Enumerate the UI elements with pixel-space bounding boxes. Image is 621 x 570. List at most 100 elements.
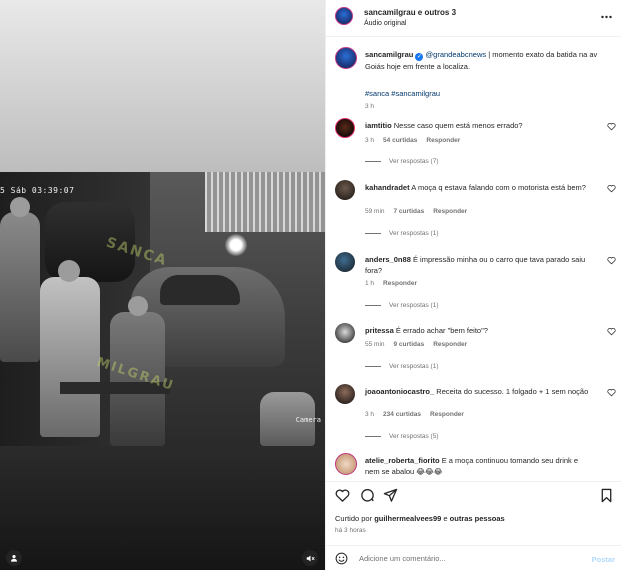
save-bookmark-icon[interactable]	[599, 488, 614, 503]
comment-likes[interactable]: 234 curtidas	[383, 411, 421, 418]
audio-label[interactable]: Áudio original	[364, 20, 406, 27]
cctv-camera-label: Camera	[295, 416, 321, 424]
user-tag-icon	[10, 554, 18, 562]
comment-body: É errado achar "bem feito"?	[395, 326, 488, 335]
more-horizontal-icon	[601, 15, 612, 19]
view-replies-button[interactable]: Ver respostas (1)	[365, 230, 439, 237]
post-comment-button[interactable]: Postar	[592, 555, 615, 564]
replies-divider	[365, 161, 381, 162]
cctv-timestamp: 5 Sáb 03:39:07	[0, 186, 75, 195]
commenter-avatar[interactable]	[335, 180, 355, 200]
replies-divider	[365, 305, 381, 306]
like-heart-icon[interactable]	[335, 488, 350, 503]
share-paper-plane-icon[interactable]	[383, 488, 398, 503]
mute-toggle-button[interactable]	[302, 550, 318, 566]
verified-badge-icon: ✓	[415, 53, 424, 61]
frame-person-1	[0, 212, 40, 362]
comment-meta: 3 h 54 curtidas Responder	[365, 137, 469, 144]
like-heart-icon[interactable]	[607, 388, 616, 397]
comment-body: A moça q estava falando com o motorista …	[411, 183, 586, 192]
post-dialog: SANCA MILGRAU 5 Sáb 03:39:07 Camera sanc…	[0, 0, 621, 570]
comment-time[interactable]: 59 min	[365, 208, 385, 215]
comment-reply-button[interactable]: Responder	[383, 280, 417, 287]
comment-time[interactable]: 1 h	[365, 280, 374, 287]
commenter-avatar[interactable]	[335, 323, 355, 343]
frame-car-window	[160, 275, 240, 305]
view-replies-button[interactable]: Ver respostas (5)	[365, 433, 439, 440]
frame-head-2	[58, 260, 80, 282]
view-replies-button[interactable]: Ver respostas (7)	[365, 158, 439, 165]
author-avatar[interactable]	[335, 7, 353, 25]
comment-meta: 59 min 7 curtidas Responder	[365, 208, 476, 215]
comment-likes[interactable]: 7 curtidas	[394, 208, 425, 215]
comment-input[interactable]	[359, 551, 579, 566]
like-heart-icon[interactable]	[607, 184, 616, 193]
comment-reply-button[interactable]: Responder	[426, 137, 460, 144]
comment-username[interactable]: anders_0n88	[365, 255, 411, 264]
commenter-avatar[interactable]	[335, 384, 355, 404]
replies-label: Ver respostas (7)	[389, 158, 439, 165]
liked-by-middle: e	[441, 514, 450, 523]
frame-head-3	[128, 296, 148, 316]
video-frame[interactable]: SANCA MILGRAU	[0, 172, 325, 446]
comment-username[interactable]: joaoantoniocastro_	[365, 387, 434, 396]
comment-meta: 1 h Responder	[365, 280, 426, 287]
comment-text: joaoantoniocastro_ Receita do sucesso. 1…	[365, 386, 591, 397]
caption-mention[interactable]: @grandeabcnews	[426, 50, 487, 59]
replies-label: Ver respostas (1)	[389, 363, 439, 370]
like-heart-icon[interactable]	[607, 122, 616, 131]
comment-time[interactable]: 3 h	[365, 137, 374, 144]
post-actions	[326, 481, 621, 507]
comment-bubble-icon[interactable]	[360, 488, 375, 503]
view-replies-button[interactable]: Ver respostas (1)	[365, 363, 439, 370]
liked-by: Curtido por guilhermealvees99 e outras p…	[335, 514, 505, 523]
video-letterbox-top	[0, 0, 325, 172]
comment-time[interactable]: 55 min	[365, 341, 385, 348]
comment-likes[interactable]: 9 curtidas	[394, 341, 425, 348]
liked-by-prefix: Curtido por	[335, 514, 375, 523]
post-side-panel: sancamilgrau e outros 3 Áudio original s…	[325, 0, 621, 570]
post-header: sancamilgrau e outros 3 Áudio original	[326, 0, 621, 37]
frame-headlight	[225, 234, 247, 256]
commenter-avatar[interactable]	[335, 453, 357, 475]
more-options-button[interactable]	[601, 10, 612, 22]
comment-reply-button[interactable]: Responder	[433, 208, 467, 215]
caption-username[interactable]: sancamilgrau	[365, 50, 413, 59]
commenter-avatar[interactable]	[335, 118, 355, 138]
emoji-icon[interactable]	[335, 552, 348, 565]
liked-by-user[interactable]: guilhermealvees99	[374, 514, 441, 523]
view-replies-button[interactable]: Ver respostas (1)	[365, 302, 439, 309]
replies-label: Ver respostas (1)	[389, 302, 439, 309]
comment-text: pritessa É errado achar "bem feito"?	[365, 325, 591, 336]
comment-likes[interactable]: 54 curtidas	[383, 137, 417, 144]
post-authors[interactable]: sancamilgrau e outros 3	[364, 8, 456, 17]
liked-by-others[interactable]: outras pessoas	[450, 514, 505, 523]
post-media[interactable]: SANCA MILGRAU 5 Sáb 03:39:07 Camera	[0, 0, 325, 570]
comment-username[interactable]: atelie_roberta_fiorito	[365, 456, 440, 465]
comment-time[interactable]: 3 h	[365, 411, 374, 418]
caption-hashtags[interactable]: #sanca #sancamilgrau	[365, 89, 440, 98]
video-letterbox-bottom	[0, 446, 325, 570]
replies-divider	[365, 233, 381, 234]
comments-scroll[interactable]: sancamilgrau ✓ @grandeabcnews | momento …	[326, 38, 621, 480]
tagged-users-button[interactable]	[6, 550, 22, 566]
caption-time[interactable]: 3 h	[365, 103, 374, 110]
caption-author-avatar[interactable]	[335, 47, 357, 69]
comment-reply-button[interactable]: Responder	[430, 411, 464, 418]
like-heart-icon[interactable]	[607, 327, 616, 336]
comment-reply-button[interactable]: Responder	[433, 341, 467, 348]
comment-username[interactable]: iamtitio	[365, 121, 392, 130]
replies-label: Ver respostas (5)	[389, 433, 439, 440]
replies-label: Ver respostas (1)	[389, 230, 439, 237]
comment-body: Nesse caso quem está menos errado?	[393, 121, 523, 130]
replies-divider	[365, 366, 381, 367]
like-heart-icon[interactable]	[607, 256, 616, 265]
comment-text: anders_0n88 É impressão minha ou o carro…	[365, 254, 591, 276]
commenter-avatar[interactable]	[335, 252, 355, 272]
comment-text: iamtitio Nesse caso quem está menos erra…	[365, 120, 591, 131]
post-age[interactable]: há 3 horas	[335, 527, 366, 534]
comment-meta: 3 h 234 curtidas Responder	[365, 411, 473, 418]
comment-username[interactable]: kahandradet	[365, 183, 410, 192]
comment-username[interactable]: pritessa	[365, 326, 394, 335]
comment-text: kahandradet A moça q estava falando com …	[365, 182, 591, 193]
